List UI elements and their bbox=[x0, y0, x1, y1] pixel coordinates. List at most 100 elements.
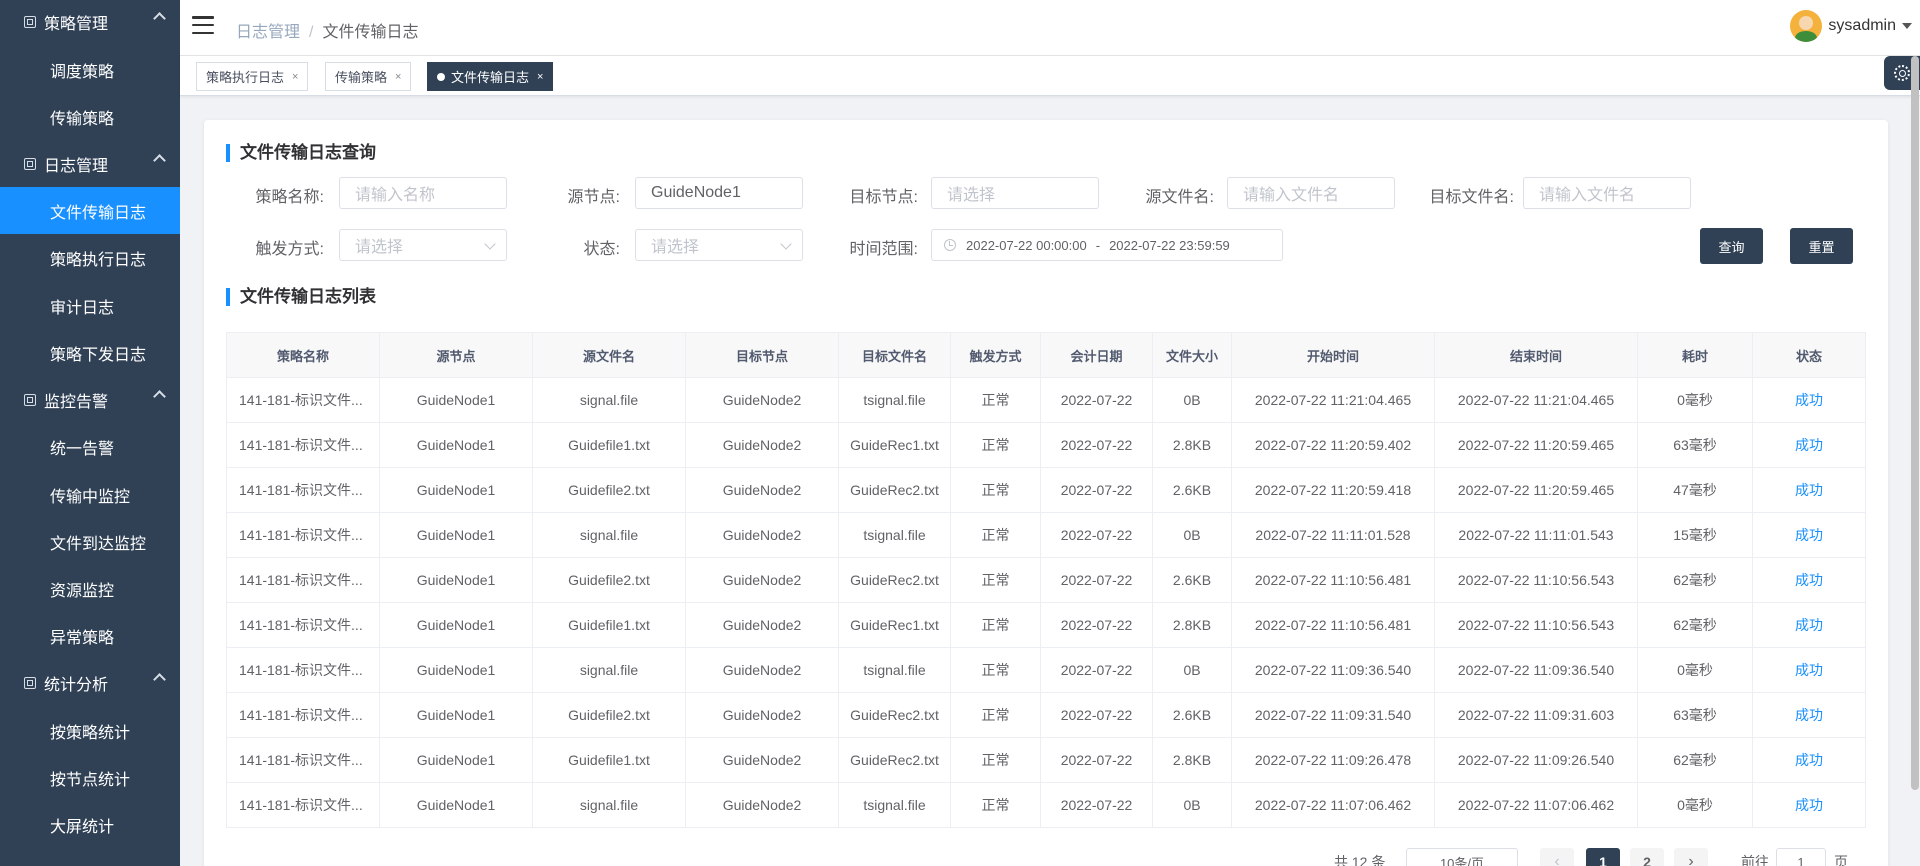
status-cell[interactable]: 成功 bbox=[1752, 377, 1866, 423]
page-size-select[interactable]: 10条/页 bbox=[1406, 848, 1518, 866]
column-header[interactable]: 触发方式 bbox=[950, 332, 1041, 378]
sidebar-item-policy-exec-log[interactable]: 策略执行日志 bbox=[0, 234, 180, 281]
sidebar-item-file-transfer-log[interactable]: 文件传输日志 bbox=[0, 187, 180, 234]
source-node-cell: GuideNode1 bbox=[379, 467, 533, 513]
sidebar-item-policy-dispatch-log[interactable]: 策略下发日志 bbox=[0, 329, 180, 376]
column-header[interactable]: 结束时间 bbox=[1434, 332, 1638, 378]
source-node-input[interactable]: GuideNode1 bbox=[635, 177, 803, 209]
column-header[interactable]: 目标节点 bbox=[685, 332, 839, 378]
status-cell[interactable]: 成功 bbox=[1752, 737, 1866, 783]
status-cell[interactable]: 成功 bbox=[1752, 467, 1866, 513]
end-time-cell: 2022-07-22 11:21:04.465 bbox=[1434, 377, 1638, 423]
menu-group-monitor[interactable]: 监控告警 bbox=[0, 377, 180, 423]
close-icon[interactable]: × bbox=[537, 71, 543, 83]
source-file-input[interactable]: 请输入文件名 bbox=[1227, 177, 1395, 209]
status-cell[interactable]: 成功 bbox=[1752, 557, 1866, 603]
prev-page-button[interactable]: ‹ bbox=[1540, 848, 1574, 866]
tag-transfer-policy[interactable]: 传输策略 × bbox=[325, 62, 412, 91]
user-menu[interactable]: sysadmin bbox=[1790, 10, 1920, 42]
caret-down-icon[interactable] bbox=[1902, 23, 1912, 29]
status-cell[interactable]: 成功 bbox=[1752, 692, 1866, 738]
target-node-select[interactable]: 请选择 bbox=[931, 177, 1099, 209]
file-size-cell: 2.6KB bbox=[1152, 692, 1232, 738]
sidebar-item-abnormal-policy[interactable]: 异常策略 bbox=[0, 612, 180, 659]
status-cell[interactable]: 成功 bbox=[1752, 602, 1866, 648]
duration-cell: 62毫秒 bbox=[1637, 602, 1753, 648]
target-node-cell: GuideNode2 bbox=[685, 602, 839, 648]
vertical-scrollbar[interactable] bbox=[1911, 56, 1919, 790]
end-time-cell: 2022-07-22 11:07:06.462 bbox=[1434, 782, 1638, 828]
avatar[interactable] bbox=[1790, 10, 1823, 42]
table-row[interactable]: 141-181-标识文件... GuideNode1 Guidefile1.txt G… bbox=[226, 737, 1866, 783]
target-file-input[interactable]: 请输入文件名 bbox=[1523, 177, 1691, 209]
sidebar-item-stats-by-node[interactable]: 按节点统计 bbox=[0, 754, 180, 801]
gear-icon bbox=[1894, 65, 1910, 81]
source-file-cell: signal.file bbox=[532, 377, 686, 423]
target-file-cell: GuideRec1.txt bbox=[838, 602, 951, 648]
hamburger-icon[interactable] bbox=[192, 16, 214, 34]
end-time-cell: 2022-07-22 11:09:36.540 bbox=[1434, 647, 1638, 693]
column-header[interactable]: 目标文件名 bbox=[838, 332, 951, 378]
breadcrumb-parent[interactable]: 日志管理 bbox=[236, 24, 300, 41]
page-2-button[interactable]: 2 bbox=[1630, 848, 1664, 866]
column-header[interactable]: 源节点 bbox=[379, 332, 533, 378]
username[interactable]: sysadmin bbox=[1828, 17, 1896, 35]
column-header[interactable]: 源文件名 bbox=[532, 332, 686, 378]
table-row[interactable]: 141-181-标识文件... GuideNode1 Guidefile1.txt G… bbox=[226, 602, 1866, 648]
menu-group-stats[interactable]: 统计分析 bbox=[0, 660, 180, 706]
menu-group-logs[interactable]: 日志管理 bbox=[0, 141, 180, 187]
status-cell[interactable]: 成功 bbox=[1752, 782, 1866, 828]
column-header[interactable]: 会计日期 bbox=[1040, 332, 1153, 378]
end-time-cell: 2022-07-22 11:09:26.540 bbox=[1434, 737, 1638, 783]
search-button[interactable]: 查询 bbox=[1700, 228, 1763, 264]
trigger-select[interactable]: 请选择 bbox=[339, 229, 507, 261]
table-row[interactable]: 141-181-标识文件... GuideNode1 signal.file Guid… bbox=[226, 512, 1866, 558]
sidebar-item-transfer-policy[interactable]: 传输策略 bbox=[0, 93, 180, 140]
reset-button[interactable]: 重置 bbox=[1790, 228, 1853, 264]
status-cell[interactable]: 成功 bbox=[1752, 422, 1866, 468]
sidebar-item-big-screen-stats[interactable]: 大屏统计 bbox=[0, 801, 180, 848]
table-row[interactable]: 141-181-标识文件... GuideNode1 Guidefile1.txt G… bbox=[226, 422, 1866, 468]
column-header[interactable]: 文件大小 bbox=[1152, 332, 1232, 378]
time-range-picker[interactable]: 2022-07-22 00:00:00-2022-07-22 23:59:59 bbox=[931, 229, 1283, 261]
table-row[interactable]: 141-181-标识文件... GuideNode1 signal.file Guid… bbox=[226, 377, 1866, 423]
tag-file-transfer-log[interactable]: 文件传输日志 × bbox=[427, 62, 554, 91]
source-node-cell: GuideNode1 bbox=[379, 422, 533, 468]
policy-name-cell: 141-181-标识文件... bbox=[226, 782, 380, 828]
table-row[interactable]: 141-181-标识文件... GuideNode1 Guidefile2.txt G… bbox=[226, 692, 1866, 738]
source-file-cell: Guidefile1.txt bbox=[532, 422, 686, 468]
sidebar-item-transfer-monitor[interactable]: 传输中监控 bbox=[0, 471, 180, 518]
chevron-left-icon: ‹ bbox=[1554, 853, 1560, 866]
menu-group-policy[interactable]: 策略管理 bbox=[0, 0, 180, 45]
column-header[interactable]: 开始时间 bbox=[1231, 332, 1435, 378]
policy-name-input[interactable]: 请输入名称 bbox=[339, 177, 507, 209]
sidebar-item-audit-log[interactable]: 审计日志 bbox=[0, 282, 180, 329]
target-file-cell: GuideRec1.txt bbox=[838, 422, 951, 468]
close-icon[interactable]: × bbox=[395, 71, 401, 83]
target-node-label: 目标节点: bbox=[849, 189, 918, 206]
tag-policy-exec-log[interactable]: 策略执行日志 × bbox=[196, 62, 309, 91]
query-section-title: 文件传输日志查询 bbox=[226, 144, 376, 162]
sidebar-item-schedule-policy[interactable]: 调度策略 bbox=[0, 46, 180, 93]
target-file-cell: GuideRec2.txt bbox=[838, 467, 951, 513]
column-header[interactable]: 耗时 bbox=[1637, 332, 1753, 378]
column-header[interactable]: 策略名称 bbox=[226, 332, 380, 378]
table-row[interactable]: 141-181-标识文件... GuideNode1 signal.file Guid… bbox=[226, 647, 1866, 693]
status-cell[interactable]: 成功 bbox=[1752, 512, 1866, 558]
target-node-cell: GuideNode2 bbox=[685, 512, 839, 558]
table-row[interactable]: 141-181-标识文件... GuideNode1 Guidefile2.txt G… bbox=[226, 557, 1866, 603]
page-1-button[interactable]: 1 bbox=[1586, 848, 1620, 866]
goto-page-input[interactable]: 1 bbox=[1776, 848, 1826, 866]
table-row[interactable]: 141-181-标识文件... GuideNode1 Guidefile2.txt G… bbox=[226, 467, 1866, 513]
status-cell[interactable]: 成功 bbox=[1752, 647, 1866, 693]
sidebar-item-resource-monitor[interactable]: 资源监控 bbox=[0, 565, 180, 612]
column-header[interactable]: 状态 bbox=[1752, 332, 1866, 378]
sidebar-item-unified-alert[interactable]: 统一告警 bbox=[0, 423, 180, 470]
source-file-cell: signal.file bbox=[532, 647, 686, 693]
close-icon[interactable]: × bbox=[292, 71, 298, 83]
sidebar-item-file-arrival-monitor[interactable]: 文件到达监控 bbox=[0, 518, 180, 565]
table-row[interactable]: 141-181-标识文件... GuideNode1 signal.file Guid… bbox=[226, 782, 1866, 828]
sidebar-item-stats-by-policy[interactable]: 按策略统计 bbox=[0, 707, 180, 754]
status-select[interactable]: 请选择 bbox=[635, 229, 803, 261]
next-page-button[interactable]: › bbox=[1674, 848, 1708, 866]
